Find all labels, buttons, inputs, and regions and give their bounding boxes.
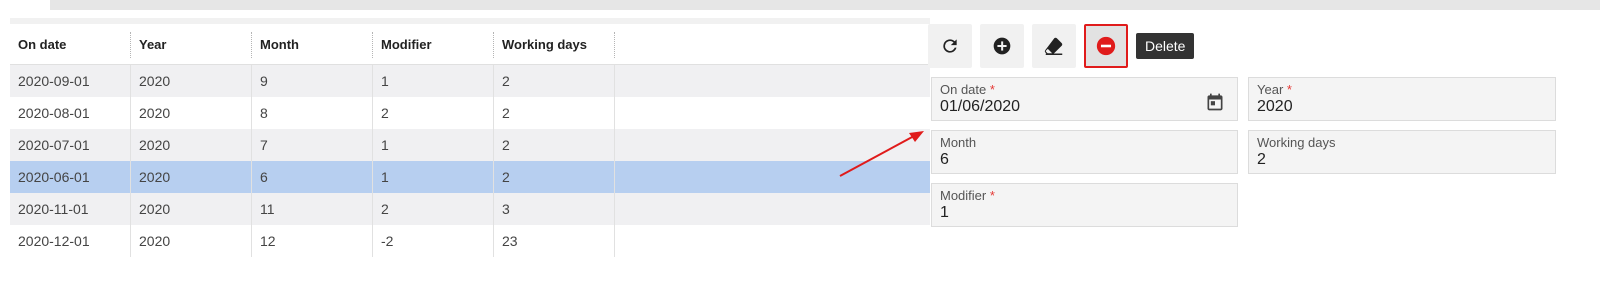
eraser-icon <box>1044 37 1063 55</box>
year-value: 2020 <box>1257 98 1293 115</box>
on-date-value: 01/06/2020 <box>940 98 1021 115</box>
cell-filler <box>615 97 930 129</box>
modifier-field[interactable]: Modifier * 1 <box>931 183 1238 227</box>
cell-filler <box>615 65 930 97</box>
modifier-value: 1 <box>940 204 949 221</box>
cell-working-days: 23 <box>494 225 615 257</box>
table-row[interactable]: 2020-09-01 2020 9 1 2 <box>10 65 930 97</box>
cell-working-days: 2 <box>494 97 615 129</box>
top-bar <box>50 0 1600 10</box>
table-row-selected[interactable]: 2020-06-01 2020 6 1 2 <box>10 161 930 193</box>
clear-button[interactable] <box>1032 24 1076 68</box>
cell-modifier: 1 <box>373 161 494 193</box>
remove-circle-icon <box>1096 36 1116 56</box>
month-label: Month <box>940 135 977 150</box>
working-days-label: Working days <box>1257 135 1336 150</box>
cell-working-days: 2 <box>494 65 615 97</box>
cell-on-date: 2020-08-01 <box>10 97 131 129</box>
cell-month: 6 <box>252 161 373 193</box>
cell-year: 2020 <box>131 161 252 193</box>
table-row[interactable]: 2020-12-01 2020 12 -2 23 <box>10 225 930 257</box>
cell-month: 8 <box>252 97 373 129</box>
calendar-icon[interactable] <box>1205 92 1225 112</box>
add-button[interactable] <box>980 24 1024 68</box>
add-circle-icon <box>993 37 1011 55</box>
cell-modifier: 2 <box>373 97 494 129</box>
year-label: Year * <box>1257 82 1292 97</box>
cell-month: 9 <box>252 65 373 97</box>
cell-year: 2020 <box>131 193 252 225</box>
cell-year: 2020 <box>131 65 252 97</box>
cell-modifier: -2 <box>373 225 494 257</box>
cell-modifier: 1 <box>373 129 494 161</box>
column-header-working-days[interactable]: Working days <box>494 32 615 58</box>
cell-filler <box>615 129 930 161</box>
grid-top-strip <box>10 18 930 24</box>
cell-year: 2020 <box>131 129 252 161</box>
delete-tooltip: Delete <box>1136 33 1195 59</box>
cell-modifier: 2 <box>373 193 494 225</box>
modifier-label: Modifier * <box>940 188 995 203</box>
cell-filler <box>615 161 930 193</box>
month-field[interactable]: Month 6 <box>931 130 1238 174</box>
cell-month: 11 <box>252 193 373 225</box>
column-header-month[interactable]: Month <box>252 32 373 58</box>
cell-modifier: 1 <box>373 65 494 97</box>
year-field[interactable]: Year * 2020 <box>1248 77 1556 121</box>
refresh-button[interactable] <box>928 24 972 68</box>
table-row[interactable]: 2020-08-01 2020 8 2 2 <box>10 97 930 129</box>
on-date-label: On date * <box>940 82 995 97</box>
cell-on-date: 2020-11-01 <box>10 193 131 225</box>
column-header-on-date[interactable]: On date <box>10 32 131 58</box>
cell-month: 7 <box>252 129 373 161</box>
refresh-icon <box>943 39 957 53</box>
cell-filler <box>615 193 930 225</box>
cell-working-days: 2 <box>494 129 615 161</box>
cell-on-date: 2020-12-01 <box>10 225 131 257</box>
cell-year: 2020 <box>131 97 252 129</box>
cell-on-date: 2020-09-01 <box>10 65 131 97</box>
cell-year: 2020 <box>131 225 252 257</box>
form-toolbar <box>928 24 1128 68</box>
table-row[interactable]: 2020-07-01 2020 7 1 2 <box>10 129 930 161</box>
cell-working-days: 3 <box>494 193 615 225</box>
table-row[interactable]: 2020-11-01 2020 11 2 3 <box>10 193 930 225</box>
cell-month: 12 <box>252 225 373 257</box>
on-date-field[interactable]: On date * 01/06/2020 <box>931 77 1238 121</box>
data-grid: On date Year Month Modifier Working days… <box>10 26 930 257</box>
delete-button[interactable] <box>1084 24 1128 68</box>
column-header-year[interactable]: Year <box>131 32 252 58</box>
cell-on-date: 2020-07-01 <box>10 129 131 161</box>
working-days-value: 2 <box>1257 151 1266 168</box>
grid-header: On date Year Month Modifier Working days <box>10 26 930 65</box>
cell-filler <box>615 225 930 257</box>
working-days-field[interactable]: Working days 2 <box>1248 130 1556 174</box>
month-value: 6 <box>940 151 949 168</box>
cell-working-days: 2 <box>494 161 615 193</box>
cell-on-date: 2020-06-01 <box>10 161 131 193</box>
column-header-modifier[interactable]: Modifier <box>373 32 494 58</box>
